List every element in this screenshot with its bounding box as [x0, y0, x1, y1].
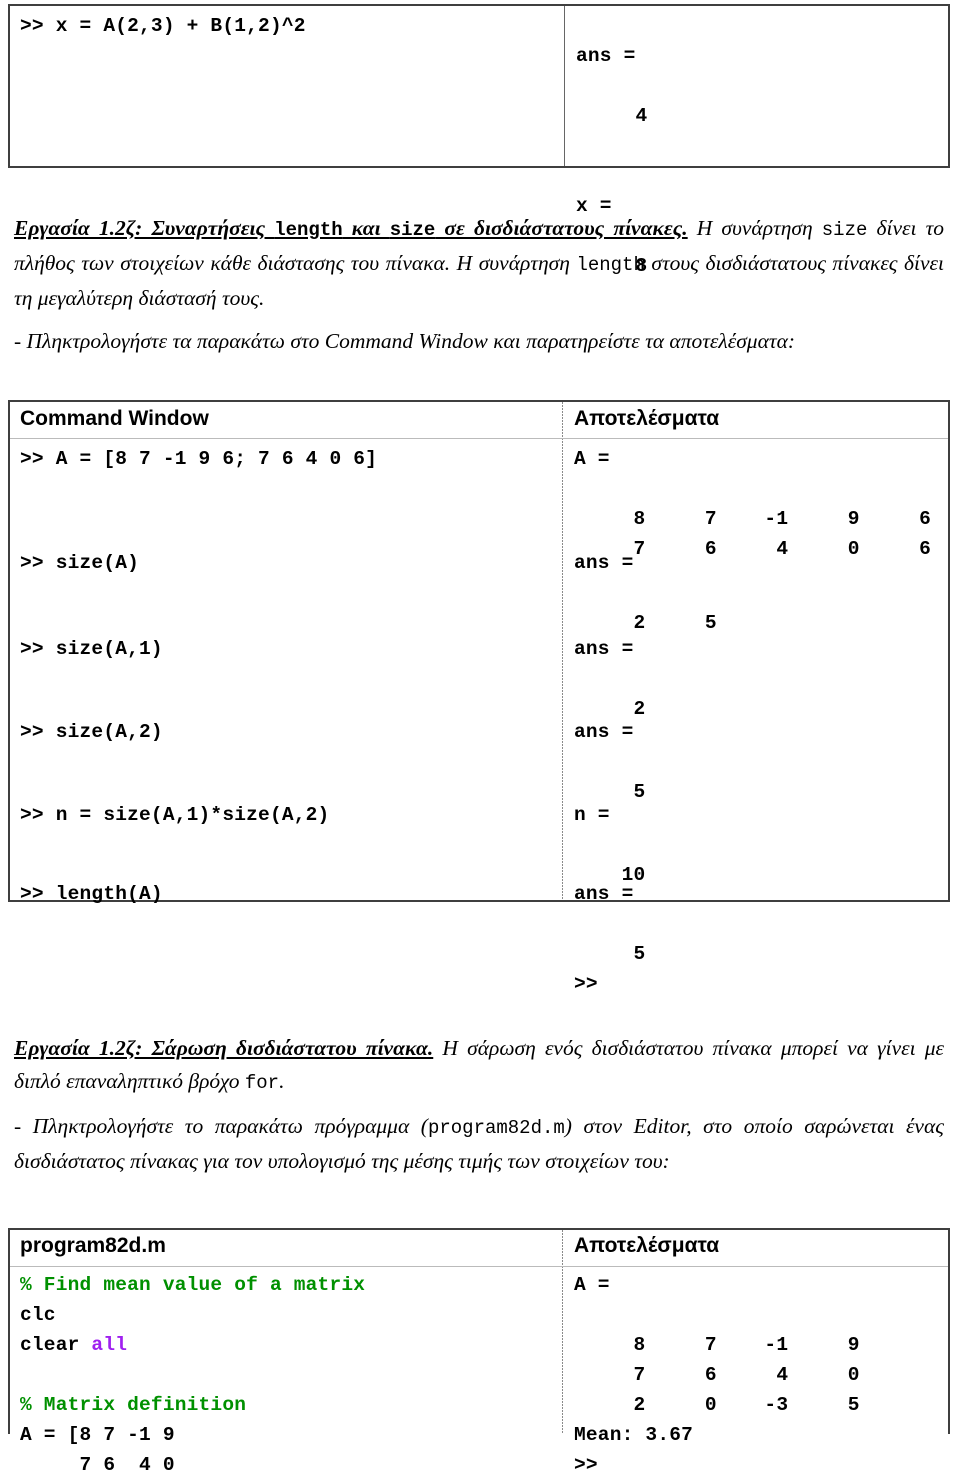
result-cell-0: A = 8 7 -1 9 6 7 6 4 0 6	[574, 444, 952, 564]
program-comment-1: % Matrix definition	[20, 1394, 247, 1416]
command-table-header-left: Command Window	[20, 407, 209, 430]
command-cell-5: >> length(A)	[20, 879, 560, 909]
program-result-cell: A = 8 7 -1 9 7 6 4 0 2 0 -3 5 Mean: 3.67…	[574, 1270, 952, 1480]
top-table-command-text: >> x = A(2,3) + B(1,2)^2	[20, 15, 306, 37]
command-window-table: Command Window Αποτελέσματα >> A = [8 7 …	[8, 400, 952, 995]
section-2-instruction-1: - Πληκτρολογήστε το παρακάτω πρόγραμμα (	[14, 1114, 428, 1138]
result-text-0: A = 8 7 -1 9 6 7 6 4 0 6	[574, 448, 932, 560]
command-table-header-rule	[10, 438, 948, 439]
program-table-header-left: program82d.m	[20, 1234, 166, 1257]
program-source-line-2: clear all	[20, 1330, 560, 1360]
command-cell-0: >> A = [8 7 -1 9 6; 7 6 4 0 6]	[20, 444, 560, 474]
result-text-1: ans = 2 5	[574, 552, 717, 634]
program-clear-text: clear	[20, 1334, 92, 1356]
command-text-4: >> n = size(A,1)*size(A,2)	[20, 804, 330, 826]
program-source-line-4: % Matrix definition	[20, 1390, 560, 1420]
section-2-heading: Εργασία 1.2ζ: Σάρωση δισδιάστατου πίνακα…	[14, 1036, 434, 1060]
top-command-table: >> x = A(2,3) + B(1,2)^2 ans = 4 x = 8	[8, 4, 950, 277]
program-keyword-all: all	[91, 1334, 128, 1356]
program-table: program82d.m Αποτελέσματα % Find mean va…	[8, 1228, 950, 1476]
program-source-line-3	[20, 1360, 560, 1390]
command-table-header-right: Αποτελέσματα	[574, 407, 720, 430]
section-2-paragraph: Εργασία 1.2ζ: Σάρωση δισδιάστατου πίνακα…	[14, 1032, 944, 1100]
section-1-heading: Εργασία 1.2ζ: Συναρτήσεις length και siz…	[14, 216, 688, 241]
section-1-instruction: - Πληκτρολογήστε τα παρακάτω στο Command…	[14, 329, 796, 353]
command-cell-4: >> n = size(A,1)*size(A,2)	[20, 800, 560, 830]
program-source-line-5: A = [8 7 -1 9	[20, 1424, 175, 1446]
section-1-heading-code-size: size	[389, 219, 436, 241]
command-text-5: >> length(A)	[20, 883, 163, 905]
section-2-body-2: .	[279, 1069, 285, 1093]
command-cell-1: >> size(A)	[20, 548, 560, 578]
section-1-body-code-length: length	[576, 254, 645, 276]
program-source-line-0: % Find mean value of a matrix	[20, 1270, 560, 1300]
program-source-line-1: clc	[20, 1304, 56, 1326]
section-2-prose: Εργασία 1.2ζ: Σάρωση δισδιάστατου πίνακα…	[14, 1032, 944, 1188]
result-cell-2: ans = 2	[574, 634, 952, 724]
result-text-4: n = 10	[574, 804, 646, 886]
result-text-3: ans = 5	[574, 721, 646, 803]
result-cell-3: ans = 5	[574, 717, 952, 807]
section-2-instruction-code-filename: program82d.m	[427, 1117, 565, 1139]
command-cell-2: >> size(A,1)	[20, 634, 560, 664]
command-table-column-divider	[562, 402, 563, 900]
section-2-body-code-for: for	[244, 1072, 280, 1094]
section-1-heading-text-a: Εργασία 1.2ζ: Συναρτήσεις	[14, 216, 275, 240]
command-text-0: >> A = [8 7 -1 9 6; 7 6 4 0 6]	[20, 448, 378, 470]
program-result-text: A = 8 7 -1 9 7 6 4 0 2 0 -3 5 Mean: 3.67…	[574, 1274, 860, 1476]
section-1-body-1: Η συνάρτηση	[687, 216, 822, 240]
section-2-instruction: - Πληκτρολογήστε το παρακάτω πρόγραμμα (…	[14, 1110, 944, 1178]
program-comment-0: % Find mean value of a matrix	[20, 1274, 366, 1296]
command-text-2: >> size(A,1)	[20, 638, 163, 660]
section-1-prose: Εργασία 1.2ζ: Συναρτήσεις length και siz…	[14, 212, 944, 368]
command-text-3: >> size(A,2)	[20, 721, 163, 743]
program-source-cell: % Find mean value of a matrix clc clear …	[20, 1270, 560, 1480]
result-text-2: ans = 2	[574, 638, 646, 720]
document-page: >> x = A(2,3) + B(1,2)^2 ans = 4 x = 8 Ε…	[0, 0, 960, 1476]
program-table-header-rule	[10, 1266, 948, 1267]
top-table-command-cell: >> x = A(2,3) + B(1,2)^2	[20, 11, 560, 41]
result-cell-5: ans = 5 >>	[574, 879, 952, 999]
command-cell-3: >> size(A,2)	[20, 717, 560, 747]
section-1-paragraph: Εργασία 1.2ζ: Συναρτήσεις length και siz…	[14, 212, 944, 315]
program-table-header-right: Αποτελέσματα	[574, 1234, 720, 1257]
top-table-column-divider	[564, 6, 565, 166]
command-text-1: >> size(A)	[20, 552, 140, 574]
section-1-heading-text-c: σε δισδιάστατους πίνακες.	[435, 216, 688, 240]
section-1-body-code-size: size	[821, 219, 868, 241]
program-source-line-6: 7 6 4 0	[20, 1454, 175, 1476]
result-cell-1: ans = 2 5	[574, 548, 952, 638]
section-1-heading-code-length: length	[274, 219, 343, 241]
result-cell-4: n = 10	[574, 800, 952, 890]
program-table-column-divider	[562, 1230, 563, 1434]
result-text-5: ans = 5 >>	[574, 883, 646, 995]
section-1-heading-text-b: και	[342, 216, 390, 240]
